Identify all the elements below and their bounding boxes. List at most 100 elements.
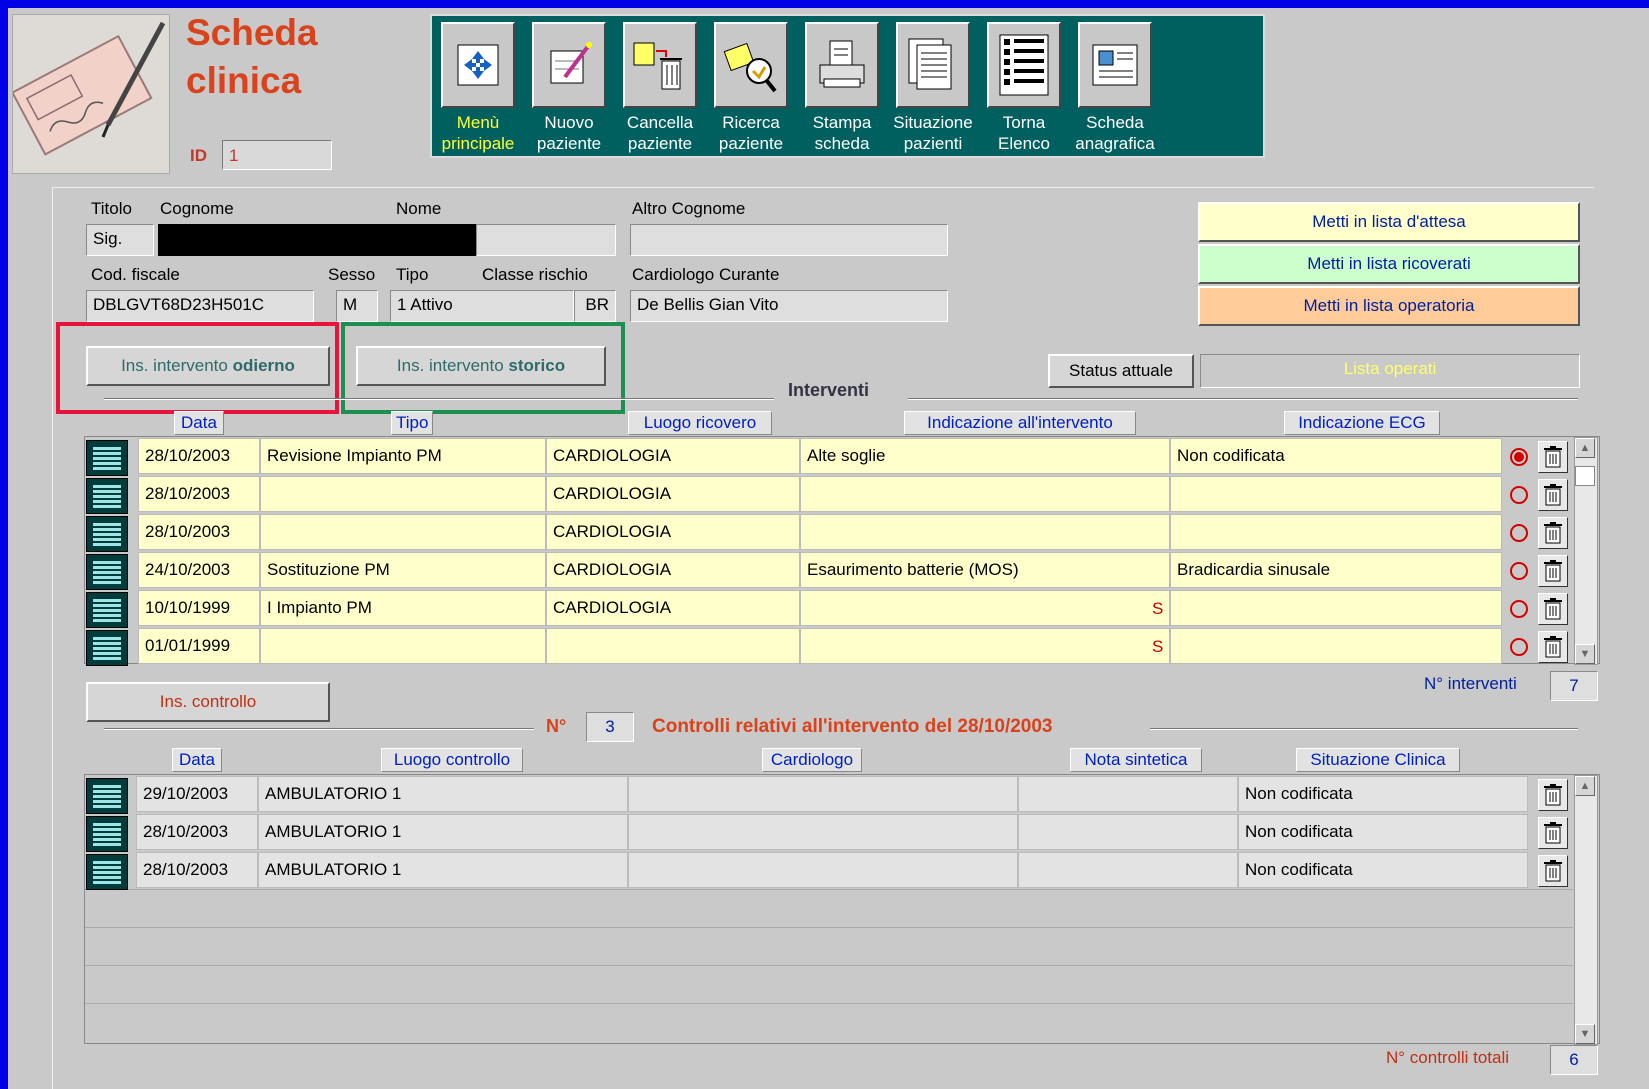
trash-icon[interactable] [1538, 555, 1568, 587]
toolbar-button-patients-status[interactable]: Situazione pazienti [889, 22, 977, 154]
intervention-row[interactable]: 28/10/2003 Revisione Impianto PM CARDIOLOG… [86, 438, 1574, 476]
add-to-waiting-list-button[interactable]: Metti in lista d'attesa [1198, 202, 1580, 242]
cell-ecg[interactable] [1170, 590, 1502, 626]
trash-icon[interactable] [1538, 479, 1568, 511]
check-row[interactable]: 29/10/2003 AMBULATORIO 1 Non codificata [86, 776, 1574, 814]
col-header-clinical-status[interactable]: Situazione Clinica [1296, 748, 1460, 772]
scroll-thumb[interactable] [1575, 466, 1595, 486]
open-record-icon[interactable] [86, 478, 128, 514]
toolbar-button-menu[interactable]: Menù principale [434, 22, 522, 154]
open-record-icon[interactable] [86, 554, 128, 590]
cell-clinical-status[interactable]: Non codificata [1238, 814, 1528, 850]
cell-check-place[interactable]: AMBULATORIO 1 [258, 852, 628, 888]
col-header-check-note[interactable]: Nota sintetica [1070, 748, 1202, 772]
open-record-icon[interactable] [86, 440, 128, 476]
cell-admission-place[interactable]: CARDIOLOGIA [546, 552, 800, 588]
risk-class-field[interactable]: BR [574, 290, 616, 322]
scroll-up-icon[interactable]: ▲ [1575, 776, 1595, 796]
open-check-icon[interactable] [86, 854, 128, 890]
open-check-icon[interactable] [86, 816, 128, 852]
toolbar-button-search-patient[interactable]: Ricerca paziente [707, 22, 795, 154]
cell-indication[interactable] [800, 476, 1170, 512]
open-record-icon[interactable] [86, 630, 128, 666]
cell-admission-place[interactable]: CARDIOLOGIA [546, 476, 800, 512]
toolbar-button-delete-patient[interactable]: Cancella paziente [616, 22, 704, 154]
cell-ecg[interactable] [1170, 476, 1502, 512]
scroll-down-icon[interactable]: ▼ [1575, 644, 1595, 664]
cell-check-note[interactable] [1018, 852, 1238, 888]
tax-code-field[interactable]: DBLGVT68D23H501C [86, 290, 314, 322]
cell-type[interactable] [260, 628, 546, 664]
id-field[interactable]: 1 [222, 140, 332, 170]
cell-indication[interactable] [800, 628, 1170, 664]
cell-type[interactable] [260, 476, 546, 512]
cell-indication[interactable] [800, 514, 1170, 550]
cell-check-date[interactable]: 29/10/2003 [136, 776, 258, 812]
cell-check-note[interactable] [1018, 776, 1238, 812]
cell-admission-place[interactable] [546, 628, 800, 664]
cell-indication[interactable]: Alte soglie [800, 438, 1170, 474]
add-to-admitted-list-button[interactable]: Metti in lista ricoverati [1198, 244, 1580, 284]
cell-clinical-status[interactable]: Non codificata [1238, 852, 1528, 888]
insert-today-intervention-button[interactable]: Ins. intervento odierno [86, 346, 330, 386]
col-header-type[interactable]: Tipo [391, 411, 433, 435]
col-header-ecg[interactable]: Indicazione ECG [1284, 411, 1440, 435]
cell-date[interactable]: 01/01/1999 [138, 628, 260, 664]
scroll-up-icon[interactable]: ▲ [1575, 438, 1595, 458]
col-header-check-cardiologist[interactable]: Cardiologo [762, 748, 862, 772]
interventions-scrollbar[interactable]: ▲ ▼ [1574, 437, 1598, 665]
insert-historic-intervention-button[interactable]: Ins. intervento storico [356, 346, 606, 386]
cell-admission-place[interactable]: CARDIOLOGIA [546, 590, 800, 626]
toolbar-button-registry-card[interactable]: Scheda anagrafica [1071, 22, 1159, 154]
intervention-row[interactable]: 28/10/2003 CARDIOLOGIA [86, 476, 1574, 514]
toolbar-button-new-patient[interactable]: Nuovo paziente [525, 22, 613, 154]
intervention-row[interactable]: 24/10/2003 Sostituzione PM CARDIOLOGIA Esau… [86, 552, 1574, 590]
cell-date[interactable]: 10/10/1999 [138, 590, 260, 626]
select-radio[interactable] [1510, 600, 1528, 618]
toolbar-button-back-list[interactable]: Torna Elenco [980, 22, 1068, 154]
toolbar-button-print[interactable]: Stampa scheda [798, 22, 886, 154]
current-status-button[interactable]: Status attuale [1048, 354, 1194, 388]
cell-clinical-status[interactable]: Non codificata [1238, 776, 1528, 812]
sex-field[interactable]: M [336, 290, 378, 322]
cell-date[interactable]: 24/10/2003 [138, 552, 260, 588]
check-row[interactable]: 28/10/2003 AMBULATORIO 1 Non codificata [86, 852, 1574, 890]
col-header-check-place[interactable]: Luogo controllo [381, 748, 523, 772]
select-radio[interactable] [1510, 486, 1528, 504]
col-header-indication[interactable]: Indicazione all'intervento [904, 411, 1136, 435]
cell-ecg[interactable]: Non codificata [1170, 438, 1502, 474]
col-header-date[interactable]: Data [174, 411, 224, 435]
cell-check-date[interactable]: 28/10/2003 [136, 814, 258, 850]
col-header-admission-place[interactable]: Luogo ricovero [628, 411, 772, 435]
intervention-row[interactable]: 01/01/1999 S [86, 628, 1574, 666]
insert-check-button[interactable]: Ins. controllo [86, 682, 330, 722]
cell-type[interactable]: I Impianto PM [260, 590, 546, 626]
cell-admission-place[interactable]: CARDIOLOGIA [546, 514, 800, 550]
cell-type[interactable] [260, 514, 546, 550]
cell-check-place[interactable]: AMBULATORIO 1 [258, 814, 628, 850]
cell-check-place[interactable]: AMBULATORIO 1 [258, 776, 628, 812]
select-radio[interactable] [1510, 638, 1528, 656]
surname-field[interactable] [158, 224, 476, 256]
intervention-row[interactable]: 10/10/1999 I Impianto PM CARDIOLOGIA S [86, 590, 1574, 628]
cell-check-cardiologist[interactable] [628, 852, 1018, 888]
cell-ecg[interactable] [1170, 628, 1502, 664]
open-check-icon[interactable] [86, 778, 128, 814]
cell-ecg[interactable]: Bradicardia sinusale [1170, 552, 1502, 588]
scroll-down-icon[interactable]: ▼ [1575, 1024, 1595, 1044]
col-header-check-date[interactable]: Data [172, 748, 222, 772]
trash-icon[interactable] [1538, 517, 1568, 549]
add-to-surgery-list-button[interactable]: Metti in lista operatoria [1198, 286, 1580, 326]
trash-icon[interactable] [1538, 779, 1568, 811]
trash-icon[interactable] [1538, 631, 1568, 663]
cell-date[interactable]: 28/10/2003 [138, 514, 260, 550]
cardiologist-field[interactable]: De Bellis Gian Vito [630, 290, 948, 322]
trash-icon[interactable] [1538, 817, 1568, 849]
select-radio[interactable] [1510, 448, 1528, 466]
title-field[interactable]: Sig. [86, 224, 154, 256]
cell-date[interactable]: 28/10/2003 [138, 438, 260, 474]
type-field[interactable]: 1 Attivo [390, 290, 574, 322]
cell-check-note[interactable] [1018, 814, 1238, 850]
open-record-icon[interactable] [86, 516, 128, 552]
trash-icon[interactable] [1538, 441, 1568, 473]
